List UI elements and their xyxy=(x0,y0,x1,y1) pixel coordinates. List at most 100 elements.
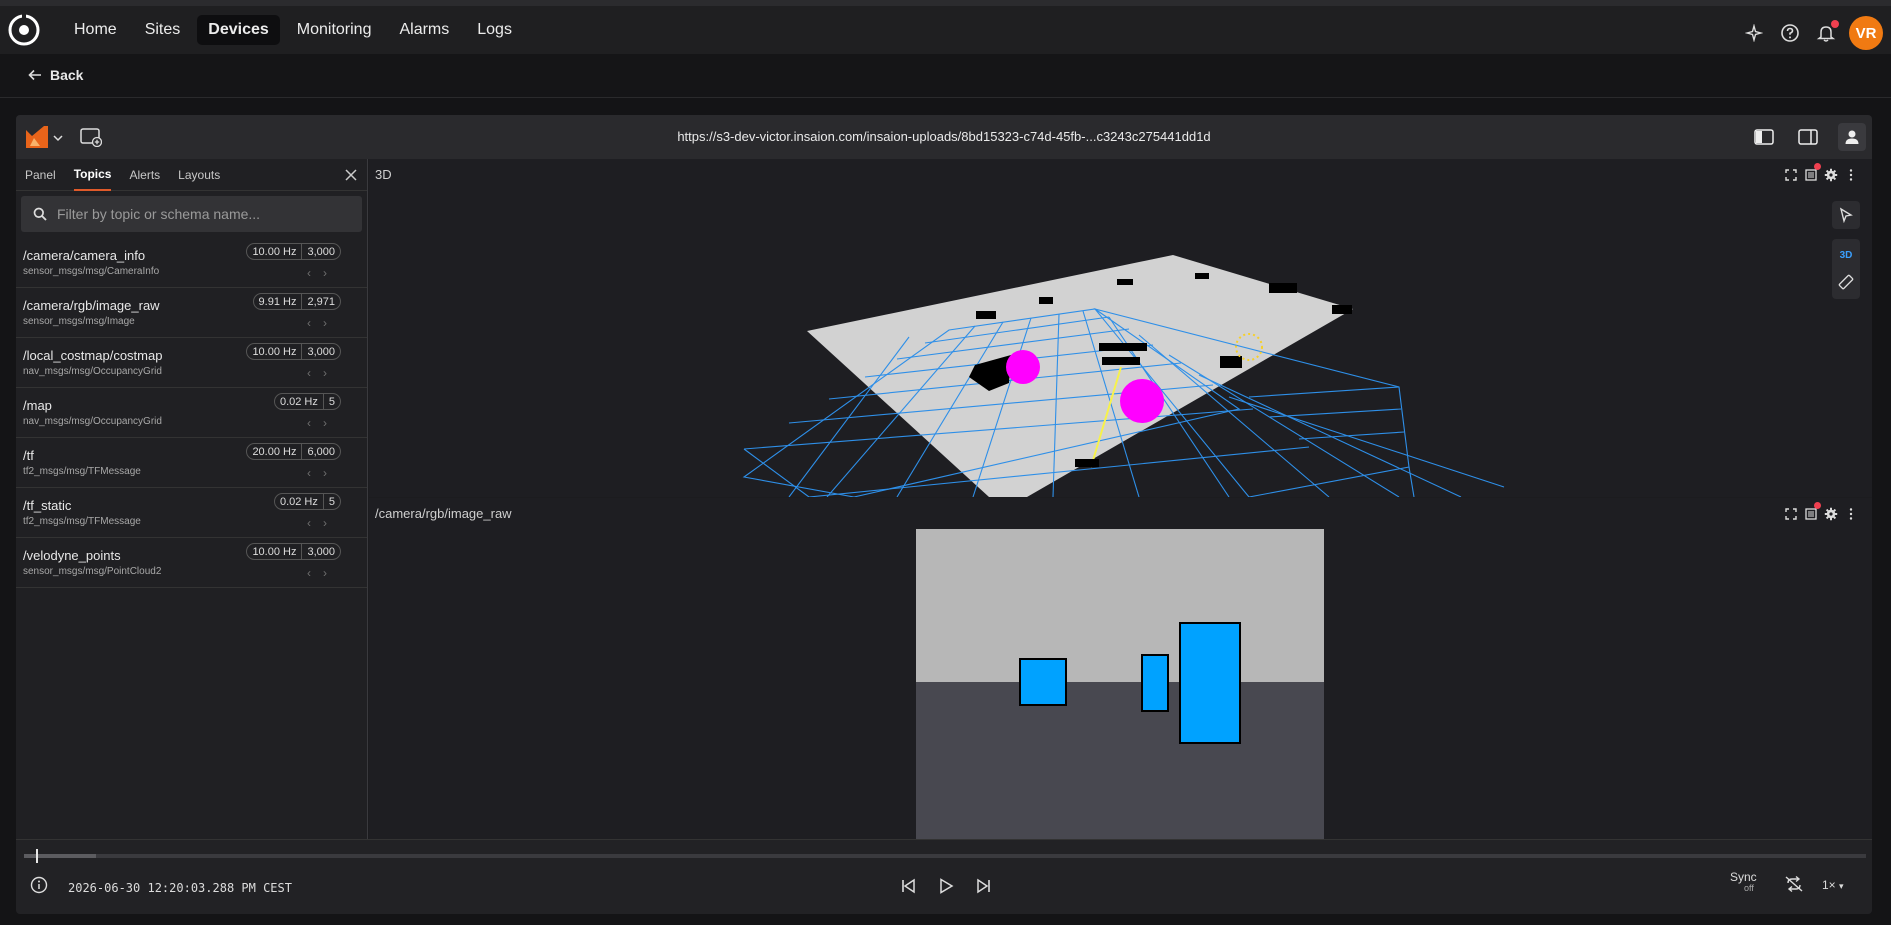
topic-row[interactable]: /local_costmap/costmap nav_msgs/msg/Occu… xyxy=(16,338,367,388)
camera-image[interactable] xyxy=(916,529,1324,839)
topic-stats-badge: 0.02 Hz 5 xyxy=(273,393,341,410)
playback-speed-value: 1× xyxy=(1822,878,1836,892)
measure-button[interactable] xyxy=(1832,269,1860,295)
cursor-icon xyxy=(1839,207,1853,223)
topic-prev-next-icons[interactable]: ‹› xyxy=(307,366,339,380)
alert-dot xyxy=(1814,163,1821,170)
nav-alarms[interactable]: Alarms xyxy=(388,15,460,45)
3d-panel: 3D 3D xyxy=(369,159,1872,497)
topic-frequency: 10.00 Hz xyxy=(252,246,297,258)
topic-stats-badge: 10.00 Hz 3,000 xyxy=(246,543,341,560)
tab-panel[interactable]: Panel xyxy=(25,160,56,190)
topic-row[interactable]: /map nav_msgs/msg/OccupancyGrid 0.02 Hz 5… xyxy=(16,388,367,438)
nav-logs[interactable]: Logs xyxy=(466,15,523,45)
bell-icon[interactable] xyxy=(1813,20,1839,46)
app-toolbar: https://s3-dev-victor.insaion.com/insaio… xyxy=(16,115,1872,159)
more-vertical-icon[interactable] xyxy=(1844,168,1858,182)
view-tools: 3D xyxy=(1832,239,1860,299)
topic-schema: tf2_msgs/msg/TFMessage xyxy=(23,466,141,477)
gear-icon[interactable] xyxy=(1824,168,1838,182)
seek-backward-button[interactable] xyxy=(896,874,920,898)
data-source-url[interactable]: https://s3-dev-victor.insaion.com/insaio… xyxy=(16,129,1872,144)
nav-devices[interactable]: Devices xyxy=(197,15,280,45)
topic-prev-next-icons[interactable]: ‹› xyxy=(307,516,339,530)
topic-frequency: 20.00 Hz xyxy=(252,446,297,458)
topic-row[interactable]: /camera/rgb/image_raw sensor_msgs/msg/Im… xyxy=(16,288,367,338)
topic-schema: sensor_msgs/msg/Image xyxy=(23,316,135,327)
timeline-scrubber[interactable] xyxy=(24,849,1866,863)
select-tool-button[interactable] xyxy=(1832,201,1860,229)
playback-bar: 2026-06-30 12:20:03.288 PM CEST Sync off … xyxy=(16,839,1872,914)
search-placeholder: Filter by topic or schema name... xyxy=(57,206,261,222)
right-sidebar-toggle-icon[interactable] xyxy=(1794,123,1822,151)
3d-side-tools: 3D xyxy=(1832,201,1860,299)
image-panel: /camera/rgb/image_raw xyxy=(369,498,1872,839)
play-button[interactable] xyxy=(934,874,958,898)
fullscreen-icon[interactable] xyxy=(1784,507,1798,521)
caret-down-icon: ▾ xyxy=(1839,881,1844,891)
topic-prev-next-icons[interactable]: ‹› xyxy=(307,266,339,280)
topic-row[interactable]: /tf tf2_msgs/msg/TFMessage 20.00 Hz 6,000… xyxy=(16,438,367,488)
topic-row[interactable]: /velodyne_points sensor_msgs/msg/PointCl… xyxy=(16,538,367,588)
app-logo-icon[interactable] xyxy=(7,13,41,47)
topic-row[interactable]: /tf_static tf2_msgs/msg/TFMessage 0.02 H… xyxy=(16,488,367,538)
topic-message-count: 3,000 xyxy=(301,544,340,559)
seek-forward-button[interactable] xyxy=(972,874,996,898)
topic-prev-next-icons[interactable]: ‹› xyxy=(307,566,339,580)
left-sidebar-toggle-icon[interactable] xyxy=(1750,123,1778,151)
more-vertical-icon[interactable] xyxy=(1844,507,1858,521)
user-profile-icon[interactable] xyxy=(1838,123,1866,151)
panel-toolbar xyxy=(1778,502,1858,521)
back-label: Back xyxy=(50,67,84,83)
topic-schema: nav_msgs/msg/OccupancyGrid xyxy=(23,416,162,427)
tf-frame-label xyxy=(1099,343,1147,351)
playback-controls xyxy=(896,874,1010,898)
topic-stats-badge: 20.00 Hz 6,000 xyxy=(246,443,341,460)
topic-name: /tf xyxy=(23,448,34,463)
topic-schema: sensor_msgs/msg/PointCloud2 xyxy=(23,566,162,577)
topic-frequency: 10.00 Hz xyxy=(252,546,297,558)
topic-prev-next-icons[interactable]: ‹› xyxy=(307,416,339,430)
back-button[interactable]: Back xyxy=(28,67,83,83)
fullscreen-icon[interactable] xyxy=(1784,168,1798,182)
topic-row[interactable]: /camera/camera_info sensor_msgs/msg/Came… xyxy=(16,238,367,288)
topic-stats-badge: 10.00 Hz 3,000 xyxy=(246,343,341,360)
topic-prev-next-icons[interactable]: ‹› xyxy=(307,466,339,480)
tab-topics[interactable]: Topics xyxy=(73,159,112,191)
close-icon[interactable] xyxy=(343,167,359,183)
topics-settings-icon[interactable] xyxy=(1804,502,1821,521)
tab-layouts[interactable]: Layouts xyxy=(178,160,220,190)
playback-speed-select[interactable]: 1× ▾ xyxy=(1822,878,1844,892)
blue-box xyxy=(1019,658,1067,706)
topic-stats-badge: 9.91 Hz 2,971 xyxy=(252,293,341,310)
sync-label: Sync xyxy=(1730,870,1757,884)
tf-frame-label xyxy=(1102,357,1140,365)
sync-toggle[interactable]: Sync off xyxy=(1730,870,1757,894)
3d-mode-toggle[interactable]: 3D xyxy=(1832,243,1860,269)
help-icon[interactable] xyxy=(1777,20,1803,46)
nav-monitoring[interactable]: Monitoring xyxy=(286,15,383,45)
sidebar-tabs: Panel Topics Alerts Layouts xyxy=(16,159,367,191)
topic-name: /map xyxy=(23,398,52,413)
avatar[interactable]: VR xyxy=(1849,16,1883,50)
topic-name: /camera/camera_info xyxy=(23,248,146,263)
search-icon xyxy=(33,207,47,221)
topic-message-count: 3,000 xyxy=(301,244,340,259)
topic-stats-badge: 10.00 Hz 3,000 xyxy=(246,243,341,260)
info-icon[interactable] xyxy=(30,876,48,894)
nav-sites[interactable]: Sites xyxy=(134,15,192,45)
topic-schema: tf2_msgs/msg/TFMessage xyxy=(23,516,141,527)
topic-search-input[interactable]: Filter by topic or schema name... xyxy=(21,196,362,232)
sync-state: off xyxy=(1744,883,1754,893)
nav-home[interactable]: Home xyxy=(63,15,128,45)
tab-alerts[interactable]: Alerts xyxy=(129,160,160,190)
arrow-left-icon xyxy=(28,69,41,81)
3d-scene-viewport[interactable] xyxy=(369,187,1872,497)
topics-settings-icon[interactable] xyxy=(1804,163,1821,182)
topic-prev-next-icons[interactable]: ‹› xyxy=(307,316,339,330)
sparkle-icon[interactable] xyxy=(1741,20,1767,46)
loop-off-icon[interactable] xyxy=(1784,875,1804,893)
notification-dot xyxy=(1831,20,1839,28)
gear-icon[interactable] xyxy=(1824,507,1838,521)
timeline-playhead[interactable] xyxy=(36,849,38,863)
